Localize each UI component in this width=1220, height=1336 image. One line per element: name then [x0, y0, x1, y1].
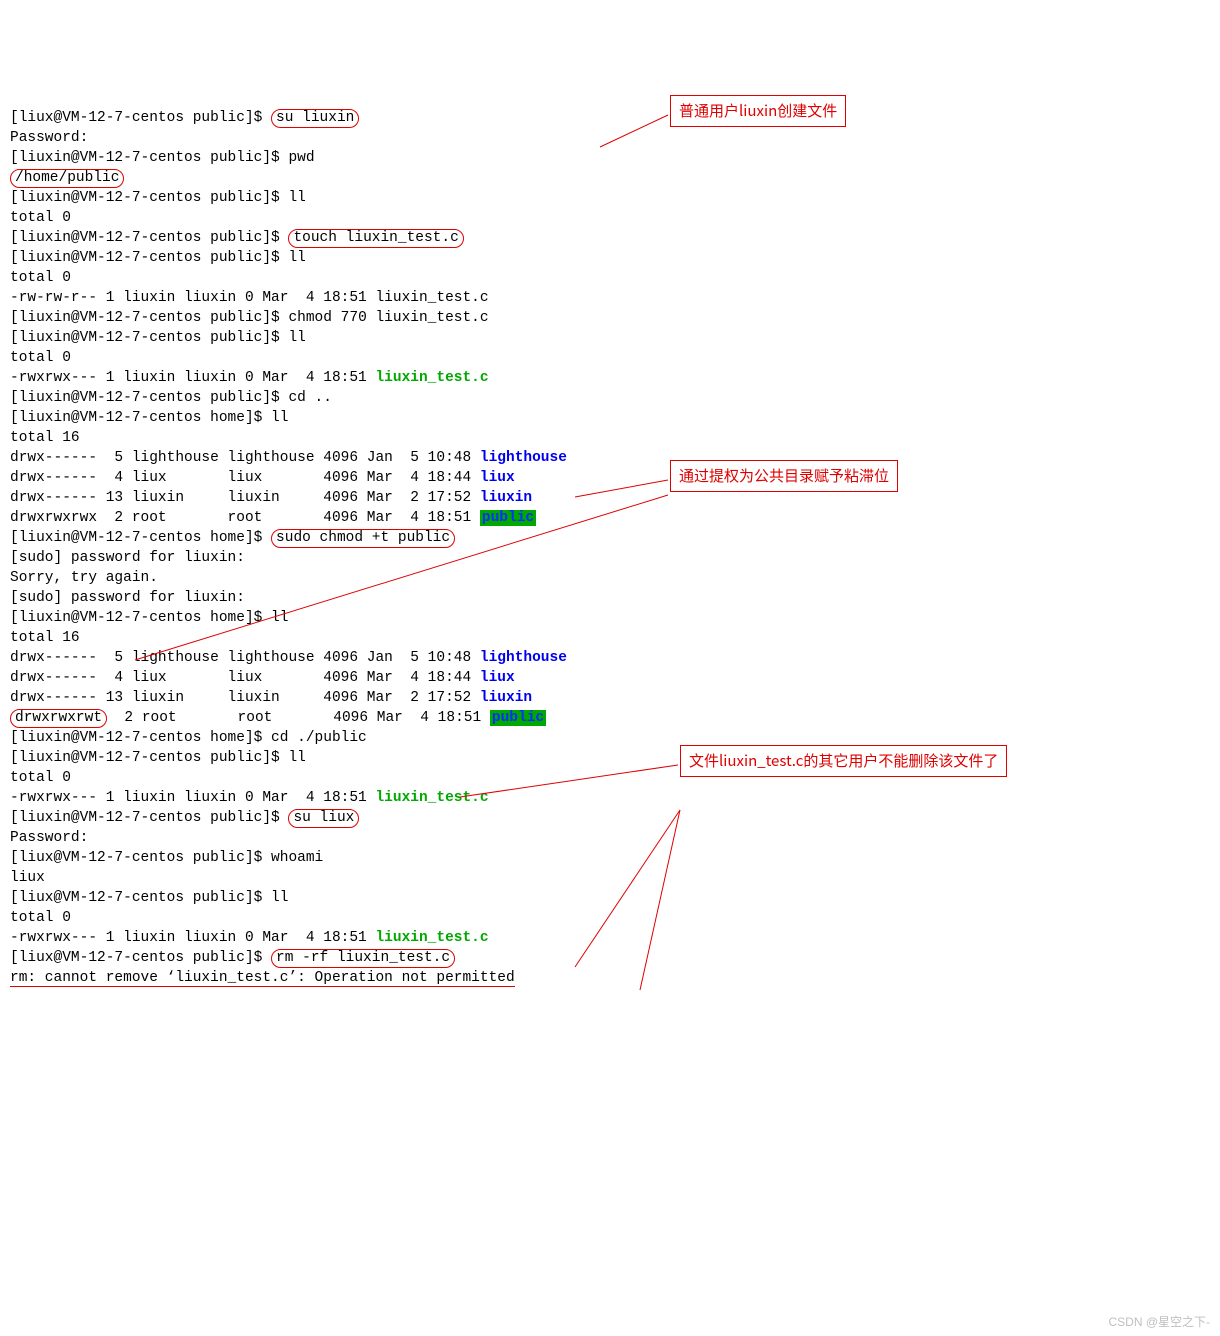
line-cd-public: [liuxin@VM-12-7-centos home]$ cd ./publi…: [10, 730, 367, 746]
dir-lighthouse-2: lighthouse: [480, 650, 567, 666]
line-ll-4: [liuxin@VM-12-7-centos public]$ ll: [10, 750, 306, 766]
pwd-output: /home/public: [10, 169, 124, 188]
file-liuxin-test-c: liuxin_test.c: [375, 370, 488, 386]
line-ls1: -rw-rw-r-- 1 liuxin liuxin 0 Mar 4 18:51…: [10, 290, 489, 306]
file-liuxin-test-c-2: liuxin_test.c: [375, 790, 488, 806]
line-rm-err: rm: cannot remove ‘liuxin_test.c’: Opera…: [10, 970, 515, 987]
cmd-rm-rf: rm -rf liuxin_test.c: [271, 949, 455, 968]
dir-liuxin-2: liuxin: [480, 690, 532, 706]
line-whoami: [liux@VM-12-7-centos public]$ whoami: [10, 850, 323, 866]
dir-liuxin: liuxin: [480, 490, 532, 506]
line-ll-home1: [liuxin@VM-12-7-centos home]$ ll: [10, 410, 288, 426]
line-home2-liuxin: drwx------ 13 liuxin liuxin 4096 Mar 2 1…: [10, 690, 532, 706]
dir-public-sticky: public: [490, 710, 546, 726]
line-ll-3: [liuxin@VM-12-7-centos public]$ ll: [10, 330, 306, 346]
line-sorry: Sorry, try again.: [10, 570, 158, 586]
dir-liux-2: liux: [480, 670, 515, 686]
line-ll-2: [liuxin@VM-12-7-centos public]$ ll: [10, 250, 306, 266]
line-password-2: Password:: [10, 830, 88, 846]
line-total16-1: total 16: [10, 430, 80, 446]
line-rm: [liux@VM-12-7-centos public]$ rm -rf liu…: [10, 949, 455, 968]
line-sudo-chmod: [liuxin@VM-12-7-centos home]$ sudo chmod…: [10, 529, 455, 548]
line-whoami-out: liux: [10, 870, 45, 886]
dir-lighthouse: lighthouse: [480, 450, 567, 466]
terminal-output: [liux@VM-12-7-centos public]$ su liuxin …: [10, 88, 1210, 988]
annotation-sticky-bit: 通过提权为公共目录赋予粘滞位: [670, 460, 898, 492]
line-home-public: drwxrwxrwx 2 root root 4096 Mar 4 18:51 …: [10, 510, 536, 526]
line-ll-1: [liuxin@VM-12-7-centos public]$ ll: [10, 190, 306, 206]
line-password: Password:: [10, 130, 88, 146]
line-total0-5: total 0: [10, 910, 71, 926]
file-liuxin-test-c-3: liuxin_test.c: [375, 930, 488, 946]
cmd-sudo-chmod-t: sudo chmod +t public: [271, 529, 455, 548]
line-home-liuxin: drwx------ 13 liuxin liuxin 4096 Mar 2 1…: [10, 490, 532, 506]
line-pwd: [liuxin@VM-12-7-centos public]$ pwd: [10, 150, 315, 166]
line-ls3: -rwxrwx--- 1 liuxin liuxin 0 Mar 4 18:51…: [10, 790, 489, 806]
line-total0-3: total 0: [10, 350, 71, 366]
line-pwd-out: /home/public: [10, 169, 124, 188]
watermark: CSDN @星空之下-: [1108, 1312, 1210, 1332]
line-total0-1: total 0: [10, 210, 71, 226]
line-chmod770: [liuxin@VM-12-7-centos public]$ chmod 77…: [10, 310, 489, 326]
line-cd-up: [liuxin@VM-12-7-centos public]$ cd ..: [10, 390, 332, 406]
line-ll-5: [liux@VM-12-7-centos public]$ ll: [10, 890, 288, 906]
line-sudo-pw1: [sudo] password for liuxin:: [10, 550, 245, 566]
line-sudo-pw2: [sudo] password for liuxin:: [10, 590, 245, 606]
line-su-liux: [liuxin@VM-12-7-centos public]$ su liux: [10, 809, 359, 828]
line-home2-lighthouse: drwx------ 5 lighthouse lighthouse 4096 …: [10, 650, 567, 666]
perms-sticky: drwxrwxrwt: [10, 709, 107, 728]
annotation-create-file: 普通用户liuxin创建文件: [670, 95, 846, 127]
line-home2-public: drwxrwxrwt 2 root root 4096 Mar 4 18:51 …: [10, 709, 546, 728]
dir-public: public: [480, 510, 536, 526]
line-ll-home2: [liuxin@VM-12-7-centos home]$ ll: [10, 610, 288, 626]
line-touch: [liuxin@VM-12-7-centos public]$ touch li…: [10, 229, 464, 248]
dir-liux: liux: [480, 470, 515, 486]
line-home-liux: drwx------ 4 liux liux 4096 Mar 4 18:44 …: [10, 470, 515, 486]
line-home2-liux: drwx------ 4 liux liux 4096 Mar 4 18:44 …: [10, 670, 515, 686]
line-total16-2: total 16: [10, 630, 80, 646]
annotation-cannot-delete: 文件liuxin_test.c的其它用户不能删除该文件了: [680, 745, 1007, 777]
line-home-lighthouse: drwx------ 5 lighthouse lighthouse 4096 …: [10, 450, 567, 466]
line-su-liuxin: [liux@VM-12-7-centos public]$ su liuxin: [10, 109, 359, 128]
rm-error-output: rm: cannot remove ‘liuxin_test.c’: Opera…: [10, 970, 515, 987]
line-ls4: -rwxrwx--- 1 liuxin liuxin 0 Mar 4 18:51…: [10, 930, 489, 946]
cmd-touch: touch liuxin_test.c: [288, 229, 463, 248]
line-total0-2: total 0: [10, 270, 71, 286]
line-total0-4: total 0: [10, 770, 71, 786]
cmd-su-liux: su liux: [288, 809, 359, 828]
cmd-su-liuxin: su liuxin: [271, 109, 359, 128]
line-ls2: -rwxrwx--- 1 liuxin liuxin 0 Mar 4 18:51…: [10, 370, 489, 386]
